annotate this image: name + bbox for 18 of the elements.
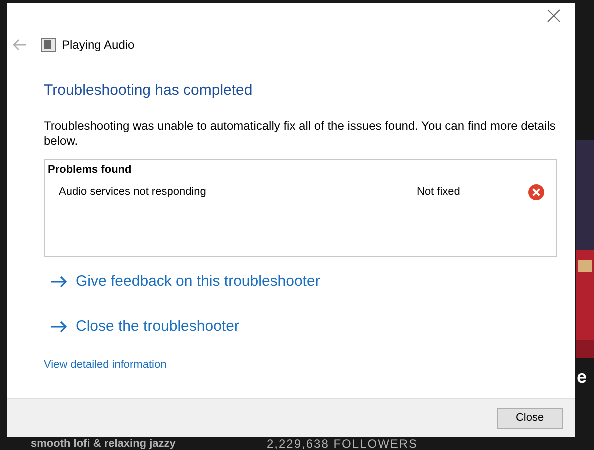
error-icon bbox=[528, 184, 545, 201]
close-button[interactable]: Close bbox=[497, 408, 563, 428]
arrow-icon bbox=[50, 276, 68, 288]
followers-count: 2,229,638 FOLLOWERS bbox=[267, 438, 418, 450]
playlist-description: smooth lofi & relaxing jazzy bbox=[31, 438, 176, 450]
problem-name: Audio services not responding bbox=[59, 185, 208, 200]
command-link[interactable]: Close the troubleshooter bbox=[50, 316, 557, 338]
problems-title: Problems found bbox=[48, 162, 133, 178]
playlist-title: e bbox=[577, 366, 588, 389]
problem-status: Not fixed bbox=[417, 185, 462, 200]
command-link[interactable]: Give feedback on this troubleshooter bbox=[50, 270, 557, 293]
details-link[interactable]: View detailed information bbox=[44, 356, 167, 373]
result-heading: Troubleshooting has completed bbox=[44, 81, 254, 101]
window-title: Playing Audio bbox=[62, 37, 135, 54]
result-message: Troubleshooting was unable to automatically fix all of the issues found. You can find more details below. bbox=[44, 118, 557, 148]
arrow-icon bbox=[50, 321, 68, 334]
close-icon[interactable] bbox=[547, 8, 563, 24]
speaker-app-icon bbox=[41, 38, 56, 52]
